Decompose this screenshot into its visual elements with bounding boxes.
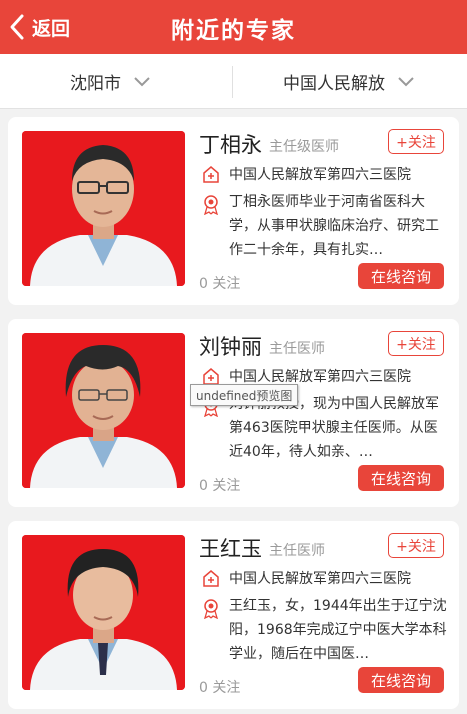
hospital-name: 中国人民解放军第四六三医院 [229, 369, 411, 385]
doctor-name: 王红玉 [199, 537, 262, 561]
doctor-title: 主任医师 [269, 543, 325, 559]
hospital-icon [203, 368, 219, 385]
doctor-photo [22, 535, 185, 690]
filter-divider [232, 66, 233, 98]
hospital-name: 中国人民解放军第四六三医院 [229, 571, 411, 587]
hospital-row: 中国人民解放军第四六三医院 [202, 566, 411, 590]
follow-button[interactable]: +关注 [388, 331, 444, 356]
doctor-title: 主任级医师 [269, 139, 339, 155]
doctor-card[interactable]: 丁相永 主任级医师 +关注 中国人民解放军第四六三医院 丁相永医师毕业于河南省医… [8, 117, 459, 305]
image-preview-tooltip: undefined预览图 [190, 384, 299, 406]
follow-button[interactable]: +关注 [388, 533, 444, 558]
hospital-row: 中国人民解放军第四六三医院 [202, 162, 411, 186]
chevron-down-icon [134, 76, 150, 86]
follow-button[interactable]: +关注 [388, 129, 444, 154]
follow-count: 0 关注 [199, 680, 241, 696]
doctor-card[interactable]: 刘钟丽 主任医师 +关注 中国人民解放军第四六三医院 刘钟丽教授，现为中国人民解… [8, 319, 459, 507]
follow-count: 0 关注 [199, 478, 241, 494]
page-title: 附近的专家 [171, 18, 296, 44]
doctor-photo [22, 131, 185, 286]
organization-filter-label: 中国人民解放 [283, 74, 385, 94]
hospital-icon [203, 166, 219, 183]
city-filter-label: 沈阳市 [70, 74, 121, 94]
organization-filter-dropdown[interactable]: 中国人民解放 [283, 54, 415, 109]
online-consult-button[interactable]: 在线咨询 [358, 263, 444, 289]
award-icon [204, 599, 218, 619]
doctor-card[interactable]: 王红玉 主任医师 +关注 中国人民解放军第四六三医院 王红玉，女，1944年出生… [8, 521, 459, 709]
doctor-title: 主任医师 [269, 341, 325, 357]
doctor-photo [22, 333, 185, 488]
award-icon [204, 195, 218, 215]
follow-count: 0 关注 [199, 276, 241, 292]
top-bar: 返回 附近的专家 [0, 0, 467, 54]
filter-bar: 沈阳市 中国人民解放 [0, 54, 467, 109]
doctor-name: 丁相永 [199, 133, 262, 157]
city-filter-dropdown[interactable]: 沈阳市 [70, 54, 151, 109]
hospital-name: 中国人民解放军第四六三医院 [229, 167, 411, 183]
hospital-icon [203, 570, 219, 587]
doctor-bio: 王红玉，女，1944年出生于辽宁沈阳，1968年完成辽宁中医大学本科学业，随后在… [229, 598, 447, 662]
online-consult-button[interactable]: 在线咨询 [358, 667, 444, 693]
doctor-name: 刘钟丽 [199, 335, 262, 359]
chevron-down-icon [398, 76, 414, 86]
doctor-bio: 丁相永医师毕业于河南省医科大学，从事甲状腺临床治疗、研究工作二十余年，具有扎实… [229, 194, 439, 258]
online-consult-button[interactable]: 在线咨询 [358, 465, 444, 491]
